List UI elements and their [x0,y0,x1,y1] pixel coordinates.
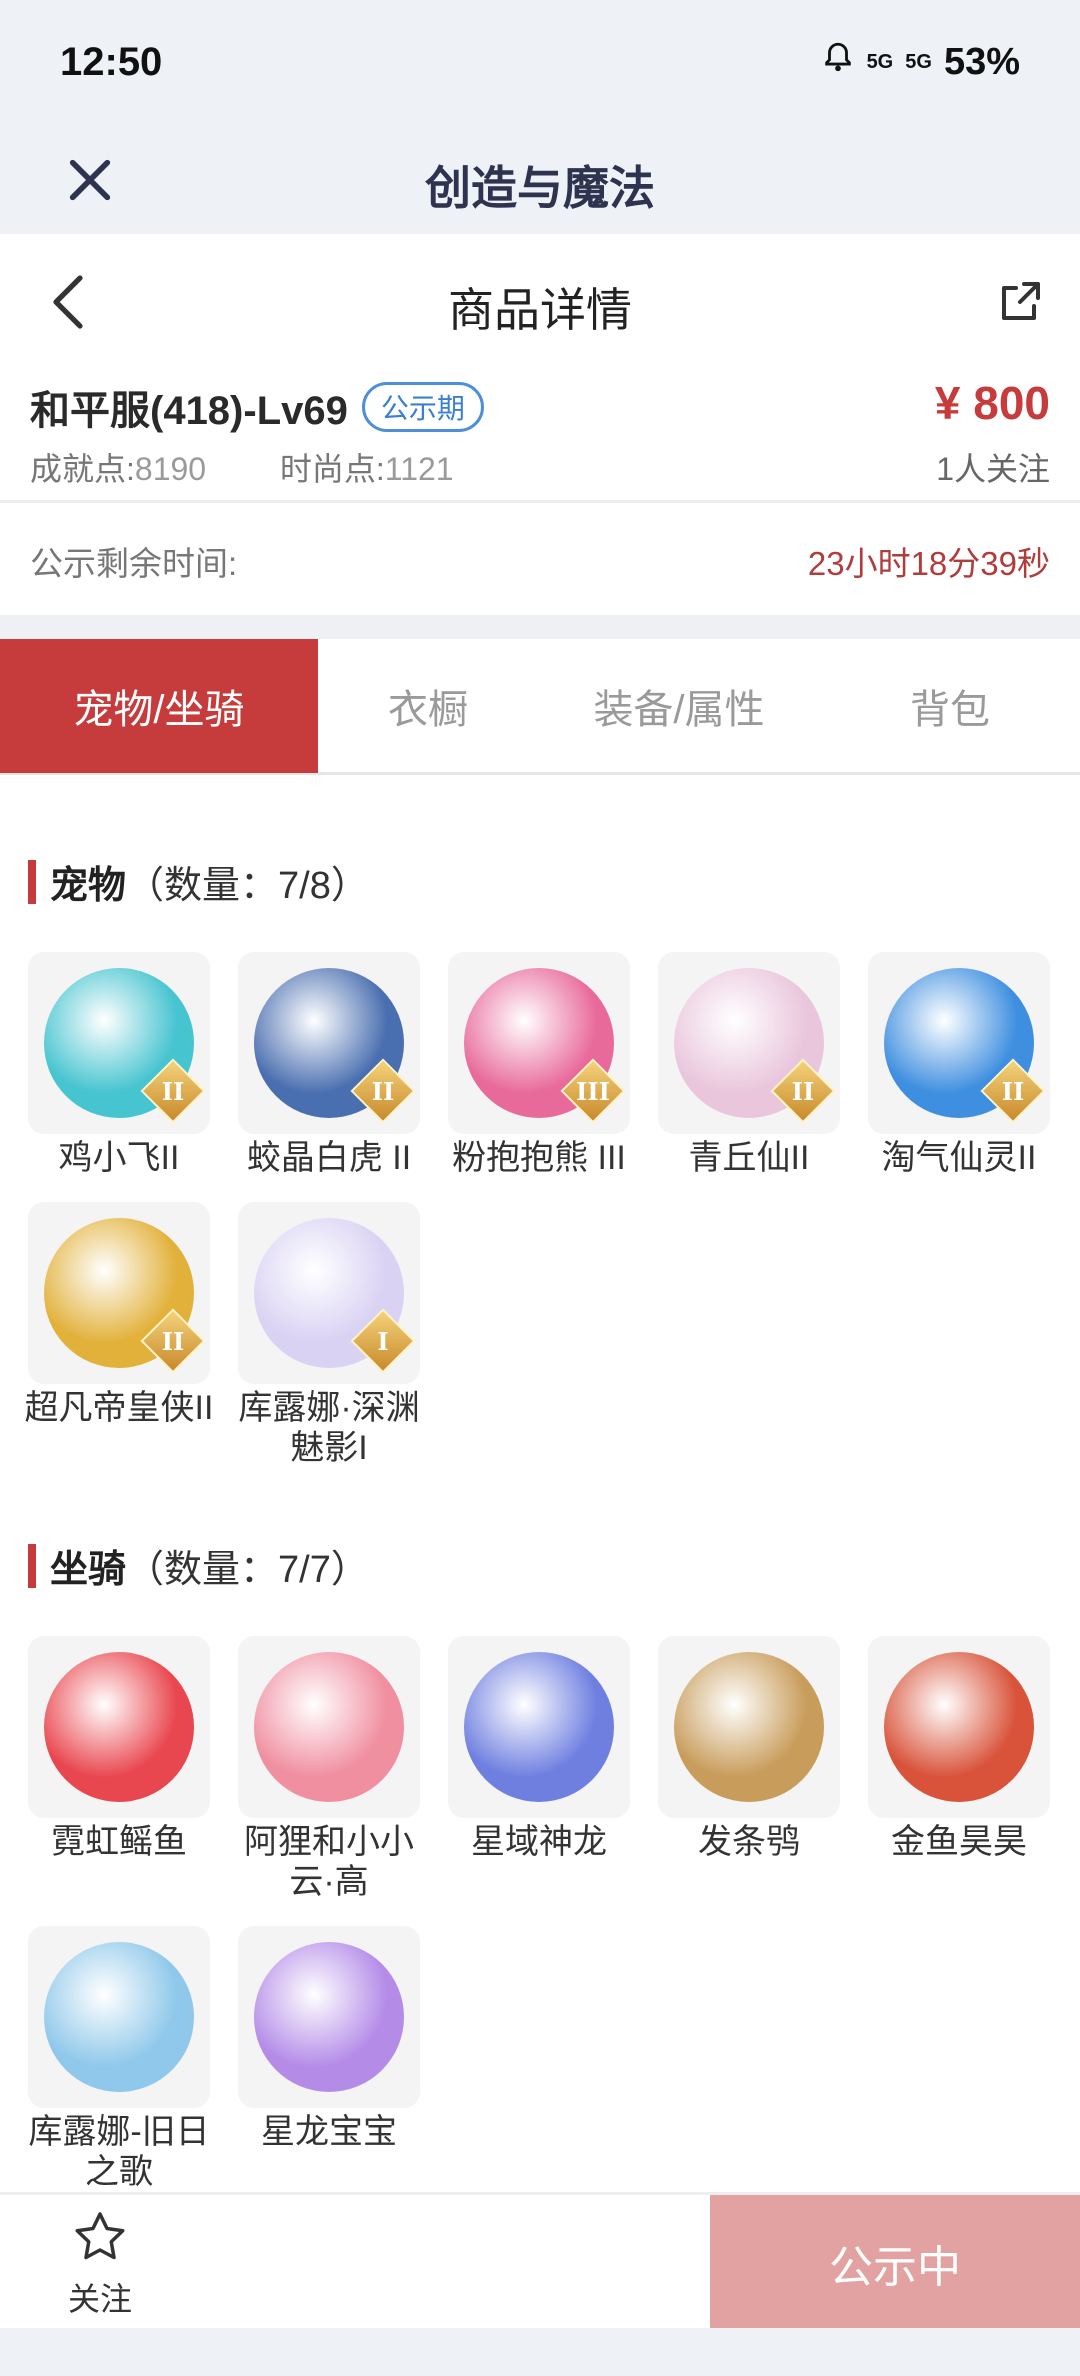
mount-item[interactable]: 霓虹鳐鱼 [28,1636,210,1862]
section-marker [28,1543,36,1588]
achievement-value: 8190 [134,451,207,487]
remaining-time-value: 23小时18分39秒 [807,545,1050,582]
mount-thumbnail [28,1926,210,2108]
status-right: 5G 5G 53% [821,40,1020,84]
system-nav-bar [0,2328,1080,2376]
follower-count: 1人关注 [936,451,1050,487]
mounts-heading: 坐骑 [50,1549,127,1591]
pets-heading: 宠物 [50,865,127,907]
app-header: 创造与魔法 [0,126,1080,234]
pet-name: 蛟晶白虎 II [246,1139,412,1177]
tab-pets-mounts[interactable]: 宠物/坐骑 [0,639,318,773]
battery-level: 53% [943,40,1020,83]
mount-thumbnail [238,1636,420,1818]
achievement-label: 成就点: [30,451,135,487]
page-content: 商品详情 和平服(418)-Lv69 公示期 成就点:8190 时尚点:1121… [0,234,1080,2328]
share-icon[interactable] [996,278,1044,326]
product-name: 和平服(418)-Lv69 [30,389,348,433]
pet-name: 粉抱抱熊 III [452,1139,626,1177]
pet-item[interactable]: I 库露娜·深渊魅影I [238,1202,420,1468]
pet-item[interactable]: II 淘气仙灵II [868,952,1050,1178]
page-title: 商品详情 [448,284,632,336]
mount-item[interactable]: 星域神龙 [448,1636,630,1862]
pet-thumbnail: II [28,1202,210,1384]
pets-count: （数量：7/8） [126,865,369,907]
pet-name: 鸡小飞II [58,1139,180,1177]
tab-equipment[interactable]: 装备/属性 [538,639,820,773]
mount-item[interactable]: 阿狸和小小云·高 [238,1636,420,1902]
pet-name: 库露娜·深渊魅影I [238,1389,420,1467]
star-icon [75,2212,125,2260]
bottom-bar: 关注 公示中 [0,2192,1080,2331]
mount-image [464,1652,614,1802]
status-badge: 公示期 [361,382,484,432]
mount-name: 星龙宝宝 [261,2113,397,2151]
product-name-row: 和平服(418)-Lv69 公示期 [30,378,484,436]
follow-button[interactable]: 关注 [60,2207,140,2320]
signal-icon: 5G [866,51,894,73]
status-time: 12:50 [60,40,163,84]
mount-thumbnail [238,1926,420,2108]
mounts-count: （数量：7/7） [126,1549,369,1591]
mount-name: 阿狸和小小云·高 [244,1823,414,1901]
mount-name: 金鱼昊昊 [891,1823,1027,1861]
mount-image [44,1942,194,2092]
pet-thumbnail: II [868,952,1050,1134]
mount-name: 发条鸮 [698,1823,800,1861]
pet-thumbnail: II [238,952,420,1134]
pet-item[interactable]: III 粉抱抱熊 III [448,952,630,1178]
tab-bar: 宠物/坐骑 衣橱 装备/属性 背包 [0,639,1080,775]
pet-name: 超凡帝皇侠II [24,1389,214,1427]
price: ¥ 800 [934,377,1050,429]
bell-icon [821,40,855,84]
mount-image [884,1652,1034,1802]
remaining-time-label: 公示剩余时间: [30,545,238,582]
section-marker [28,859,36,904]
pet-thumbnail: II [658,952,840,1134]
signal-icon-2: 5G [905,51,932,73]
product-info: 和平服(418)-Lv69 公示期 成就点:8190 时尚点:1121 ¥ 80… [0,368,1080,498]
mount-thumbnail [448,1636,630,1818]
mount-image [44,1652,194,1802]
pet-thumbnail: II [28,952,210,1134]
pet-item[interactable]: II 蛟晶白虎 II [238,952,420,1178]
pet-item[interactable]: II 青丘仙II [658,952,840,1178]
app-title: 创造与魔法 [425,162,655,214]
pet-name: 淘气仙灵II [881,1139,1037,1177]
pet-item[interactable]: II 鸡小飞II [28,952,210,1178]
fashion-label: 时尚点: [279,451,385,487]
divider [0,615,1080,639]
status-bar: 12:50 5G 5G 53% [0,0,1080,126]
remaining-time-row: 公示剩余时间: 23小时18分39秒 [0,503,1080,615]
mount-item[interactable]: 发条鸮 [658,1636,840,1862]
mount-item[interactable]: 库露娜-旧日之歌 [28,1926,210,2192]
pet-thumbnail: I [238,1202,420,1384]
fashion-value: 1121 [384,451,454,487]
mount-thumbnail [28,1636,210,1818]
pet-item[interactable]: II 超凡帝皇侠II [25,1202,213,1428]
pets-section-title: 宠物 （数量：7/8） [28,854,369,909]
tab-backpack[interactable]: 背包 [820,639,1080,773]
pet-name: 青丘仙II [688,1139,810,1177]
mounts-section-title: 坐骑 （数量：7/7） [28,1538,369,1593]
mount-image [674,1652,824,1802]
mount-image [254,1652,404,1802]
mount-thumbnail [868,1636,1050,1818]
mount-name: 星域神龙 [471,1823,607,1861]
mount-name: 库露娜-旧日之歌 [28,2113,210,2191]
mount-item[interactable]: 星龙宝宝 [238,1926,420,2152]
mount-name: 霓虹鳐鱼 [51,1823,187,1861]
follow-label: 关注 [67,2281,132,2317]
product-points: 成就点:8190 时尚点:1121 [30,444,454,490]
mount-image [254,1942,404,2092]
publicity-button[interactable]: 公示中 [710,2195,1080,2331]
nav-bar: 商品详情 [0,234,1080,368]
pet-thumbnail: III [448,952,630,1134]
mount-thumbnail [658,1636,840,1818]
tab-wardrobe[interactable]: 衣橱 [318,639,538,773]
mount-item[interactable]: 金鱼昊昊 [868,1636,1050,1862]
